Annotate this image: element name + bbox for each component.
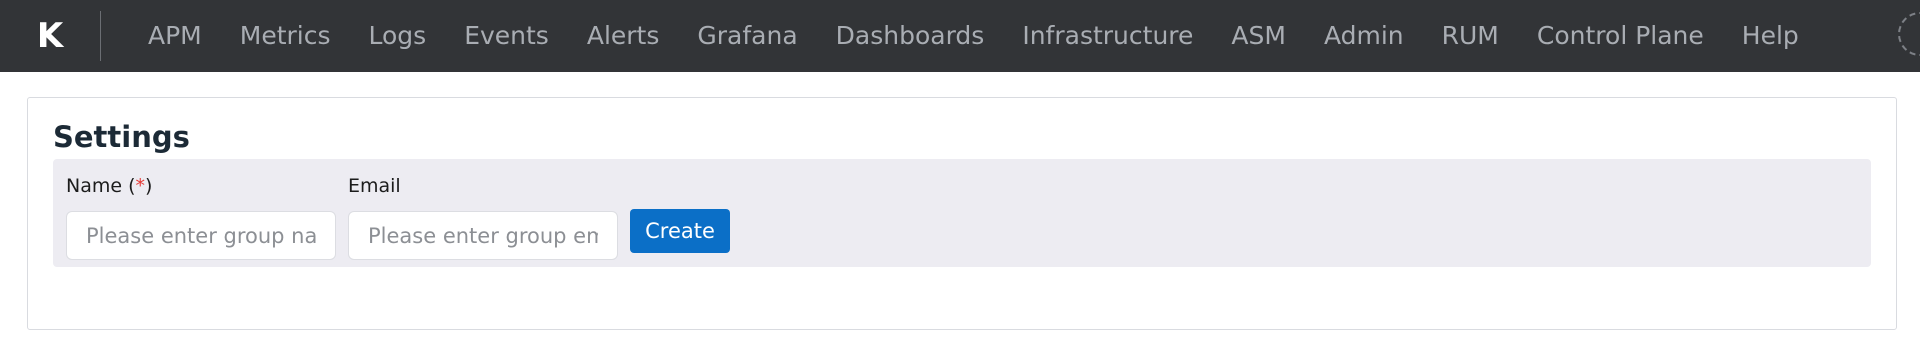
nav-item-admin[interactable]: Admin	[1305, 0, 1423, 72]
name-label-close: )	[145, 175, 153, 197]
nav-item-asm[interactable]: ASM	[1212, 0, 1305, 72]
name-input[interactable]	[66, 211, 336, 260]
nav-item-help[interactable]: Help	[1723, 0, 1818, 72]
app-logo[interactable]: K	[0, 0, 100, 72]
nav-item-grafana[interactable]: Grafana	[678, 0, 816, 72]
avatar-icon[interactable]	[1898, 12, 1920, 56]
nav-item-rum[interactable]: RUM	[1423, 0, 1518, 72]
required-mark: *	[135, 175, 146, 197]
page-title: Settings	[53, 120, 190, 154]
email-input[interactable]	[348, 211, 618, 260]
nav-item-infrastructure[interactable]: Infrastructure	[1003, 0, 1212, 72]
name-label: Name (*)	[66, 174, 336, 198]
settings-card: Settings Name (*) Email Create	[27, 97, 1897, 330]
nav-item-apm[interactable]: APM	[125, 0, 221, 72]
nav-item-logs[interactable]: Logs	[350, 0, 446, 72]
main-nav: APM Metrics Logs Events Alerts Grafana D…	[125, 0, 1818, 72]
email-field-group: Email	[348, 174, 618, 260]
logo-divider	[100, 11, 101, 61]
nav-item-alerts[interactable]: Alerts	[568, 0, 679, 72]
name-label-text: Name (	[66, 175, 136, 197]
nav-item-control-plane[interactable]: Control Plane	[1518, 0, 1723, 72]
nav-item-dashboards[interactable]: Dashboards	[817, 0, 1004, 72]
group-form: Name (*) Email Create	[53, 159, 1871, 267]
nav-item-metrics[interactable]: Metrics	[221, 0, 350, 72]
create-button[interactable]: Create	[630, 209, 730, 253]
nav-item-events[interactable]: Events	[445, 0, 568, 72]
email-label: Email	[348, 175, 401, 197]
top-navigation-bar: K APM Metrics Logs Events Alerts Grafana…	[0, 0, 1920, 72]
name-field-group: Name (*)	[66, 174, 336, 260]
